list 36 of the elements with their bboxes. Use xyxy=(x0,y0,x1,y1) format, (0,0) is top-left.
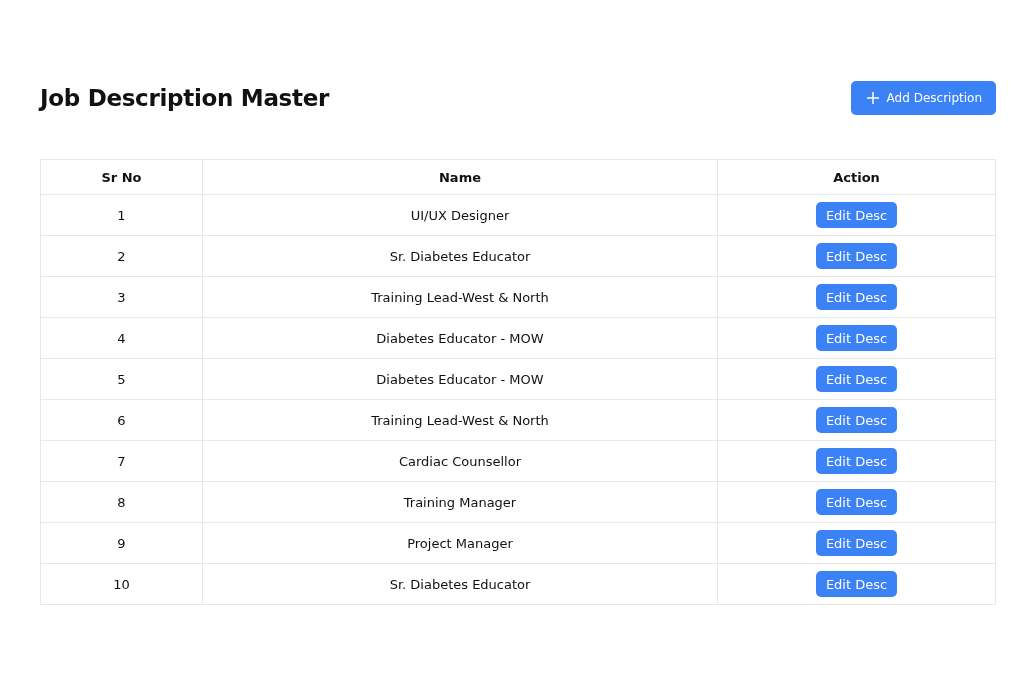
table-cell: 4 xyxy=(40,317,203,359)
edit-desc-button[interactable]: Edit Desc xyxy=(815,530,898,556)
table-cell: Diabetes Educator - MOW xyxy=(202,358,718,400)
table-cell: 5 xyxy=(40,358,203,400)
table-cell: 1 xyxy=(40,194,203,236)
edit-desc-button[interactable]: Edit Desc xyxy=(815,243,898,269)
edit-desc-button[interactable]: Edit Desc xyxy=(815,407,898,433)
page-title: Job Description Master xyxy=(40,85,330,111)
add-description-button[interactable]: Add Description xyxy=(850,81,996,115)
table-cell: 9 xyxy=(40,522,203,564)
edit-desc-button[interactable]: Edit Desc xyxy=(815,325,898,351)
table-cell: Training Lead-West & North xyxy=(202,399,718,441)
column-header: Sr No xyxy=(40,159,203,195)
edit-desc-button[interactable]: Edit Desc xyxy=(815,284,898,310)
edit-desc-button[interactable]: Edit Desc xyxy=(815,489,898,515)
table-cell: Diabetes Educator - MOW xyxy=(202,317,718,359)
table-cell: 7 xyxy=(40,440,203,482)
table-cell: 6 xyxy=(40,399,203,441)
edit-desc-button[interactable]: Edit Desc xyxy=(815,366,898,392)
table-cell: Project Manager xyxy=(202,522,718,564)
edit-desc-button[interactable]: Edit Desc xyxy=(815,202,898,228)
edit-desc-button[interactable]: Edit Desc xyxy=(815,448,898,474)
table-cell: Training Manager xyxy=(202,481,718,523)
table-cell: 10 xyxy=(40,563,203,605)
table-cell: UI/UX Designer xyxy=(202,194,718,236)
table-cell: Sr. Diabetes Educator xyxy=(202,563,718,605)
table-cell: Training Lead-West & North xyxy=(202,276,718,318)
column-header: Action xyxy=(717,159,996,195)
table-cell: 2 xyxy=(40,235,203,277)
table-cell: Sr. Diabetes Educator xyxy=(202,235,718,277)
plus-icon xyxy=(866,92,879,104)
edit-desc-button[interactable]: Edit Desc xyxy=(815,571,898,597)
table-cell: 3 xyxy=(40,276,203,318)
column-header: Name xyxy=(202,159,718,195)
table-cell: Cardiac Counsellor xyxy=(202,440,718,482)
table-cell: 8 xyxy=(40,481,203,523)
